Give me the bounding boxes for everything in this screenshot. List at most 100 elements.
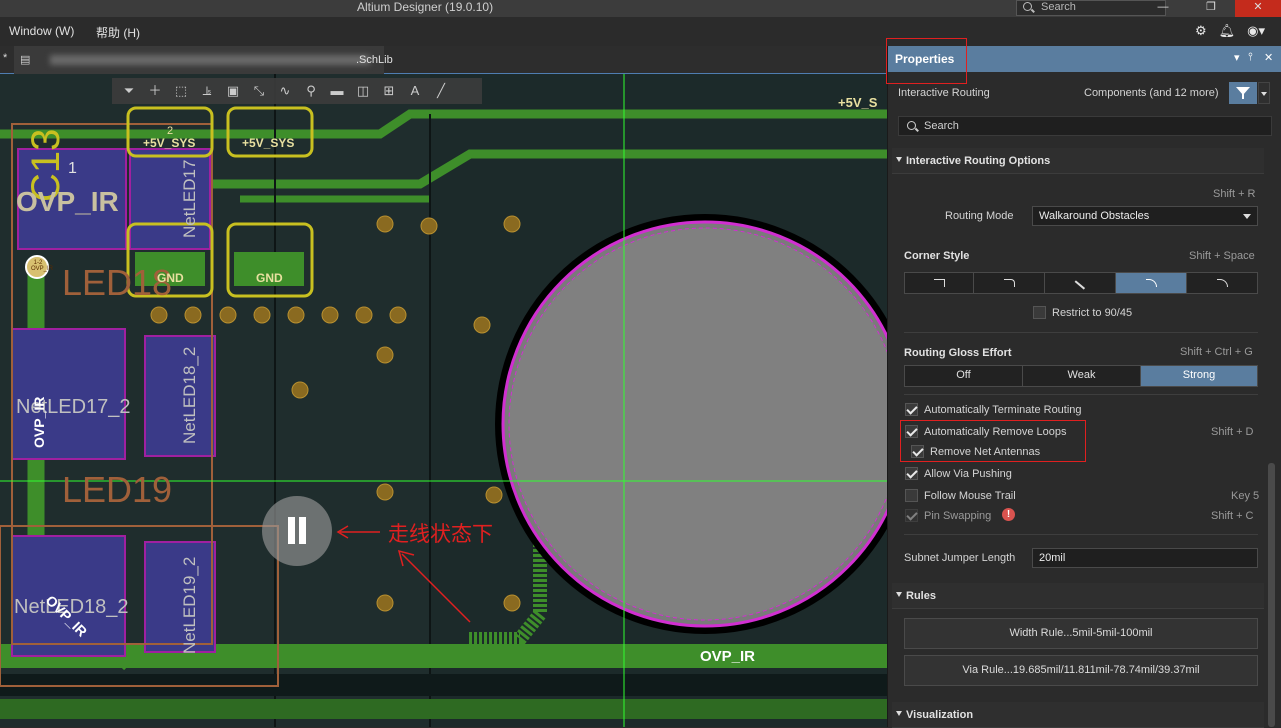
document-icon: ▤: [20, 54, 31, 66]
auto-remove-loops-shortcut: Shift + D: [1211, 426, 1254, 438]
route-icon[interactable]: ⤡: [248, 82, 270, 100]
warning-icon: !: [1002, 508, 1015, 521]
filter-button[interactable]: [1229, 82, 1257, 104]
corner-any-button[interactable]: [1187, 273, 1257, 293]
dimension-icon[interactable]: ⊞: [378, 82, 400, 100]
corner-90-button[interactable]: [905, 273, 974, 293]
label-gnd-a: GND: [157, 271, 184, 285]
auto-terminate-checkbox[interactable]: [905, 403, 918, 416]
pin-swapping-checkbox[interactable]: [905, 509, 918, 522]
gloss-selector: Off Weak Strong: [904, 365, 1258, 387]
annotation-text: 走线状态下: [388, 522, 493, 546]
app-title: Altium Designer (19.0.10): [357, 0, 494, 14]
corner-45-arc-button[interactable]: [1116, 273, 1187, 293]
pin-swapping-shortcut: Shift + C: [1211, 510, 1254, 522]
corner-45-icon: [1074, 279, 1086, 289]
follow-mouse-checkbox[interactable]: [905, 489, 918, 502]
corner-style-label: Corner Style: [904, 250, 970, 262]
subnet-input[interactable]: 20mil: [1032, 548, 1258, 568]
label-net-led18: NetLED18_2: [180, 346, 199, 444]
tab-document[interactable]: ▤: [14, 46, 384, 74]
follow-mouse-shortcut: Key 5: [1231, 490, 1260, 502]
allow-via-push-checkbox[interactable]: [905, 467, 918, 480]
pause-button[interactable]: [262, 496, 332, 566]
section-routing-options[interactable]: Interactive Routing Options: [892, 148, 1264, 174]
subnet-value: 20mil: [1039, 552, 1066, 564]
collapse-icon: [896, 592, 902, 597]
restore-button[interactable]: ❐: [1188, 0, 1234, 17]
gloss-weak-button[interactable]: Weak: [1023, 366, 1141, 386]
diff-pair-icon[interactable]: ∿: [274, 82, 296, 100]
corner-90-arc-icon: [1003, 279, 1015, 287]
region-icon[interactable]: ◫: [352, 82, 374, 100]
allow-via-push-label: Allow Via Pushing: [924, 468, 1012, 480]
routing-mode-select[interactable]: Walkaround Obstacles: [1032, 206, 1258, 226]
line-icon[interactable]: ╱: [430, 82, 452, 100]
canvas-toolbar: ⏷ ＋ ⬚ ⫡ ▣ ⤡ ∿ ⚲ ▬ ◫ ⊞ A ╱: [112, 78, 482, 104]
plus-icon[interactable]: ＋: [144, 82, 166, 100]
corner-45-button[interactable]: [1045, 273, 1116, 293]
blurred-filename: [50, 55, 370, 65]
minimize-button[interactable]: —: [1140, 0, 1186, 17]
pin-swapping-label: Pin Swapping: [924, 510, 992, 522]
panel-menu-icon[interactable]: ▾: [1234, 51, 1240, 64]
routing-mode-value: Walkaround Obstacles: [1039, 210, 1150, 222]
filter-dropdown-button[interactable]: [1258, 82, 1270, 104]
close-button[interactable]: ✕: [1235, 0, 1281, 17]
label-5v-b: +5V_SYS: [242, 136, 295, 150]
text-icon[interactable]: A: [404, 82, 426, 100]
corner-any-icon: [1216, 279, 1228, 287]
menu-help[interactable]: 帮助 (H): [96, 24, 140, 41]
via-icon[interactable]: ⚲: [300, 82, 322, 100]
corner-90-icon: [933, 279, 945, 287]
panel-scrollbar[interactable]: [1268, 463, 1275, 727]
section-visualization-title: Visualization: [906, 709, 974, 721]
restrict-checkbox[interactable]: [1033, 306, 1046, 319]
divider: [904, 394, 1258, 395]
fill-icon[interactable]: ▬: [326, 82, 348, 100]
corner-style-shortcut: Shift + Space: [1189, 250, 1255, 262]
label-5v-right: +5V_S: [838, 95, 878, 110]
filter-icon[interactable]: ⏷: [118, 82, 140, 100]
gear-icon[interactable]: ⚙: [1195, 23, 1207, 39]
label-ovp-ir-big: OVP_IR: [16, 186, 119, 217]
menu-window[interactable]: Window (W): [9, 24, 74, 38]
via-rule-button[interactable]: Via Rule...19.685mil/11.811mil-78.74mil/…: [904, 655, 1258, 686]
gloss-off-button[interactable]: Off: [905, 366, 1023, 386]
component-icon[interactable]: ▣: [222, 82, 244, 100]
section-visualization[interactable]: Visualization: [892, 702, 1264, 728]
label-led19: LED19: [62, 469, 173, 510]
user-icon[interactable]: ◉▾: [1247, 23, 1265, 39]
section-rules-title: Rules: [906, 590, 936, 602]
align-icon[interactable]: ⫡: [196, 82, 218, 100]
label-led18: LED18: [62, 262, 173, 303]
label-pad-net: 1-2 OVP_IR: [31, 260, 53, 272]
label-pad2: 2: [167, 125, 174, 137]
divider: [904, 332, 1258, 333]
tab-document-name: .SchLib: [356, 54, 393, 66]
gloss-strong-button[interactable]: Strong: [1141, 366, 1257, 386]
label-net-led19: NetLED19_2: [180, 556, 199, 654]
corner-90-arc-button[interactable]: [974, 273, 1045, 293]
restrict-label: Restrict to 90/45: [1052, 307, 1133, 319]
select-rect-icon[interactable]: ⬚: [170, 82, 192, 100]
pin-icon[interactable]: ⫯: [1248, 51, 1253, 64]
width-rule-button[interactable]: Width Rule...5mil-5mil-100mil: [904, 618, 1258, 649]
modified-marker: *: [3, 52, 8, 64]
section-rules[interactable]: Rules: [892, 583, 1264, 609]
bell-icon[interactable]: 🔔︎: [1219, 23, 1236, 39]
panel-search-input[interactable]: Search: [898, 116, 1272, 136]
gloss-shortcut: Shift + Ctrl + G: [1180, 346, 1253, 358]
routing-mode-shortcut: Shift + R: [1213, 188, 1256, 200]
collapse-icon: [896, 157, 902, 162]
filter-summary: Components (and 12 more): [1084, 87, 1219, 99]
routing-mode-label: Routing Mode: [945, 210, 1014, 222]
label-5v-a: +5V_SYS: [143, 136, 196, 150]
label-gnd-b: GND: [256, 271, 283, 285]
gloss-label: Routing Gloss Effort: [904, 347, 1012, 359]
label-ovp-vert: OVP_IR: [31, 396, 47, 448]
highlight-remove-loops: [900, 420, 1086, 462]
label-pad1: 1: [68, 160, 77, 177]
panel-close-icon[interactable]: ✕: [1264, 51, 1273, 64]
pcb-canvas[interactable]: C13 OVP_IR LED18 LED19 NetLED17_2 NetLED…: [0, 74, 887, 727]
